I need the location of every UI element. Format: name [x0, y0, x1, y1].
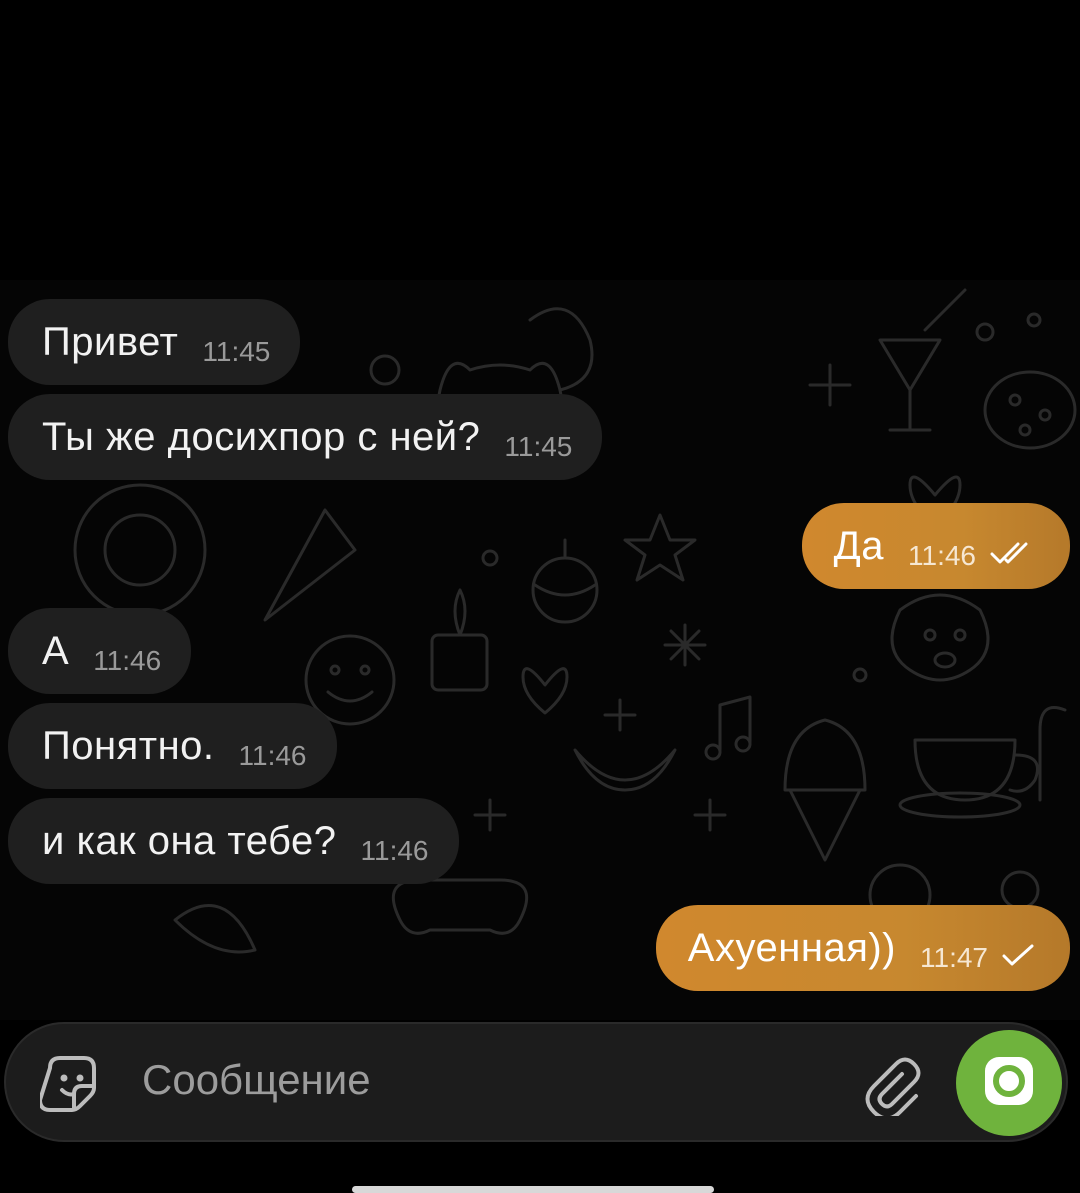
message-bubble-incoming[interactable]: Привет 11:45 [8, 299, 301, 385]
message-time: 11:46 [360, 835, 429, 866]
message-time: 11:45 [202, 336, 271, 367]
check-icon [1002, 944, 1034, 971]
chat-screen: Привет 11:45 Ты же досихпор с ней? 11:45… [0, 0, 1080, 1193]
message-text: Ты же досихпор с ней? [42, 414, 481, 459]
message-time: 11:46 [238, 740, 307, 771]
message-bubble-incoming[interactable]: Понятно. 11:46 [8, 703, 337, 789]
home-indicator[interactable] [352, 1186, 714, 1193]
message-text: Да [833, 523, 884, 568]
message-bubble-outgoing[interactable]: Ахуенная)) 11:47 [655, 905, 1070, 991]
camera-button[interactable] [956, 1030, 1062, 1136]
message-composer[interactable]: Сообщение [4, 1022, 1068, 1142]
message-time: 11:46 [908, 540, 976, 571]
sticker-icon[interactable] [38, 1050, 104, 1119]
message-text: Привет [42, 319, 179, 364]
message-bubble-incoming[interactable]: Ты же досихпор с ней? 11:45 [8, 394, 603, 480]
camera-icon [981, 1053, 1037, 1114]
message-bubble-outgoing[interactable]: Да 11:46 [801, 503, 1070, 589]
message-time: 11:45 [504, 431, 573, 462]
message-text: Ахуенная)) [687, 925, 896, 970]
message-time: 11:47 [920, 942, 988, 973]
double-check-icon [990, 542, 1034, 569]
message-bubble-incoming[interactable]: А 11:46 [8, 608, 192, 694]
message-input[interactable]: Сообщение [142, 1056, 371, 1104]
paperclip-icon[interactable] [858, 1052, 922, 1121]
message-bubble-incoming[interactable]: и как она тебе? 11:46 [8, 798, 459, 884]
message-time: 11:46 [93, 645, 162, 676]
message-text: Понятно. [42, 723, 215, 768]
message-text: и как она тебе? [42, 818, 337, 863]
message-text: А [42, 628, 70, 673]
